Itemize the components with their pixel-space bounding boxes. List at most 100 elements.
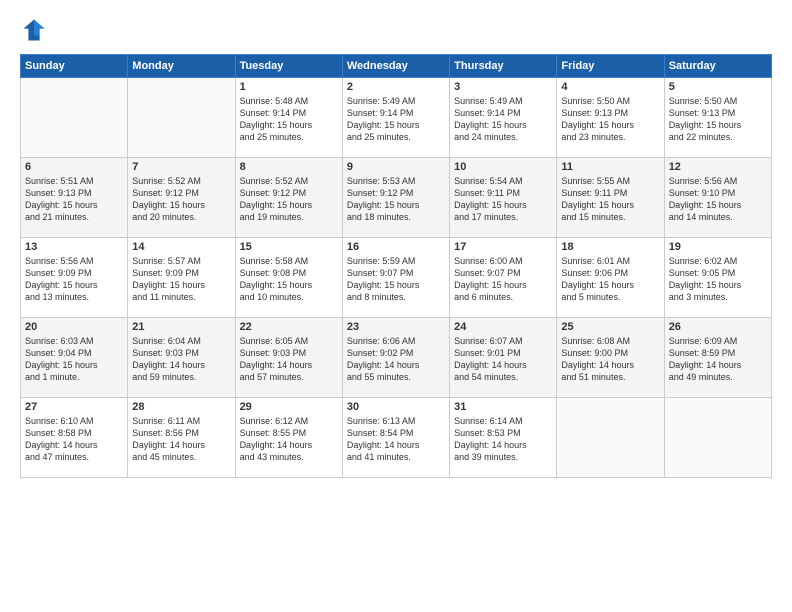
day-cell xyxy=(557,398,664,478)
col-header-friday: Friday xyxy=(557,55,664,78)
day-number: 17 xyxy=(454,241,552,253)
day-info: Sunrise: 5:55 AM Sunset: 9:11 PM Dayligh… xyxy=(561,175,659,224)
col-header-wednesday: Wednesday xyxy=(342,55,449,78)
day-info: Sunrise: 5:50 AM Sunset: 9:13 PM Dayligh… xyxy=(669,95,767,144)
day-cell xyxy=(664,398,771,478)
day-number: 3 xyxy=(454,81,552,93)
day-number: 12 xyxy=(669,161,767,173)
day-info: Sunrise: 5:52 AM Sunset: 9:12 PM Dayligh… xyxy=(132,175,230,224)
day-number: 23 xyxy=(347,321,445,333)
col-header-sunday: Sunday xyxy=(21,55,128,78)
day-info: Sunrise: 6:09 AM Sunset: 8:59 PM Dayligh… xyxy=(669,335,767,384)
day-info: Sunrise: 6:02 AM Sunset: 9:05 PM Dayligh… xyxy=(669,255,767,304)
day-info: Sunrise: 6:14 AM Sunset: 8:53 PM Dayligh… xyxy=(454,415,552,464)
week-row-5: 27 Sunrise: 6:10 AM Sunset: 8:58 PM Dayli… xyxy=(21,398,772,478)
day-cell: 4 Sunrise: 5:50 AM Sunset: 9:13 PM Daylig… xyxy=(557,78,664,158)
day-info: Sunrise: 6:11 AM Sunset: 8:56 PM Dayligh… xyxy=(132,415,230,464)
day-info: Sunrise: 6:13 AM Sunset: 8:54 PM Dayligh… xyxy=(347,415,445,464)
day-info: Sunrise: 5:49 AM Sunset: 9:14 PM Dayligh… xyxy=(454,95,552,144)
day-cell: 2 Sunrise: 5:49 AM Sunset: 9:14 PM Daylig… xyxy=(342,78,449,158)
day-info: Sunrise: 5:50 AM Sunset: 9:13 PM Dayligh… xyxy=(561,95,659,144)
day-number: 4 xyxy=(561,81,659,93)
day-cell: 6 Sunrise: 5:51 AM Sunset: 9:13 PM Daylig… xyxy=(21,158,128,238)
day-number: 5 xyxy=(669,81,767,93)
day-info: Sunrise: 5:54 AM Sunset: 9:11 PM Dayligh… xyxy=(454,175,552,224)
day-number: 6 xyxy=(25,161,123,173)
day-cell: 5 Sunrise: 5:50 AM Sunset: 9:13 PM Daylig… xyxy=(664,78,771,158)
day-number: 21 xyxy=(132,321,230,333)
logo-icon xyxy=(20,16,48,44)
page: SundayMondayTuesdayWednesdayThursdayFrid… xyxy=(0,0,792,612)
day-number: 13 xyxy=(25,241,123,253)
col-header-monday: Monday xyxy=(128,55,235,78)
day-cell: 23Sunrise: 6:06 AM Sunset: 9:02 PM Dayli… xyxy=(342,318,449,398)
day-number: 15 xyxy=(240,241,338,253)
day-cell: 28 Sunrise: 6:11 AM Sunset: 8:56 PM Dayli… xyxy=(128,398,235,478)
day-info: Sunrise: 5:56 AM Sunset: 9:09 PM Dayligh… xyxy=(25,255,123,304)
day-number: 22 xyxy=(240,321,338,333)
day-cell: 7 Sunrise: 5:52 AM Sunset: 9:12 PM Daylig… xyxy=(128,158,235,238)
day-info: Sunrise: 5:51 AM Sunset: 9:13 PM Dayligh… xyxy=(25,175,123,224)
day-cell xyxy=(21,78,128,158)
week-row-4: 20 Sunrise: 6:03 AM Sunset: 9:04 PM Dayli… xyxy=(21,318,772,398)
day-cell: 10 Sunrise: 5:54 AM Sunset: 9:11 PM Dayli… xyxy=(450,158,557,238)
col-header-saturday: Saturday xyxy=(664,55,771,78)
day-info: Sunrise: 6:07 AM Sunset: 9:01 PM Dayligh… xyxy=(454,335,552,384)
calendar-header-row: SundayMondayTuesdayWednesdayThursdayFrid… xyxy=(21,55,772,78)
day-cell: 30Sunrise: 6:13 AM Sunset: 8:54 PM Dayli… xyxy=(342,398,449,478)
day-cell: 26Sunrise: 6:09 AM Sunset: 8:59 PM Dayli… xyxy=(664,318,771,398)
day-number: 9 xyxy=(347,161,445,173)
day-info: Sunrise: 6:04 AM Sunset: 9:03 PM Dayligh… xyxy=(132,335,230,384)
day-cell: 29 Sunrise: 6:12 AM Sunset: 8:55 PM Dayli… xyxy=(235,398,342,478)
day-info: Sunrise: 5:56 AM Sunset: 9:10 PM Dayligh… xyxy=(669,175,767,224)
day-number: 10 xyxy=(454,161,552,173)
day-cell: 31Sunrise: 6:14 AM Sunset: 8:53 PM Dayli… xyxy=(450,398,557,478)
day-info: Sunrise: 5:59 AM Sunset: 9:07 PM Dayligh… xyxy=(347,255,445,304)
week-row-1: 1 Sunrise: 5:48 AM Sunset: 9:14 PM Daylig… xyxy=(21,78,772,158)
day-number: 29 xyxy=(240,401,338,413)
day-cell: 24Sunrise: 6:07 AM Sunset: 9:01 PM Dayli… xyxy=(450,318,557,398)
day-cell: 27 Sunrise: 6:10 AM Sunset: 8:58 PM Dayli… xyxy=(21,398,128,478)
day-info: Sunrise: 6:05 AM Sunset: 9:03 PM Dayligh… xyxy=(240,335,338,384)
day-cell: 13 Sunrise: 5:56 AM Sunset: 9:09 PM Dayli… xyxy=(21,238,128,318)
day-cell: 16Sunrise: 5:59 AM Sunset: 9:07 PM Dayli… xyxy=(342,238,449,318)
col-header-thursday: Thursday xyxy=(450,55,557,78)
logo xyxy=(20,16,52,44)
day-info: Sunrise: 6:00 AM Sunset: 9:07 PM Dayligh… xyxy=(454,255,552,304)
day-info: Sunrise: 5:53 AM Sunset: 9:12 PM Dayligh… xyxy=(347,175,445,224)
week-row-3: 13 Sunrise: 5:56 AM Sunset: 9:09 PM Dayli… xyxy=(21,238,772,318)
calendar-table: SundayMondayTuesdayWednesdayThursdayFrid… xyxy=(20,54,772,478)
day-number: 20 xyxy=(25,321,123,333)
day-cell: 3 Sunrise: 5:49 AM Sunset: 9:14 PM Daylig… xyxy=(450,78,557,158)
day-number: 11 xyxy=(561,161,659,173)
day-number: 2 xyxy=(347,81,445,93)
day-info: Sunrise: 5:48 AM Sunset: 9:14 PM Dayligh… xyxy=(240,95,338,144)
day-info: Sunrise: 6:10 AM Sunset: 8:58 PM Dayligh… xyxy=(25,415,123,464)
day-cell: 11 Sunrise: 5:55 AM Sunset: 9:11 PM Dayli… xyxy=(557,158,664,238)
day-cell: 17 Sunrise: 6:00 AM Sunset: 9:07 PM Dayli… xyxy=(450,238,557,318)
day-cell: 19 Sunrise: 6:02 AM Sunset: 9:05 PM Dayli… xyxy=(664,238,771,318)
day-number: 7 xyxy=(132,161,230,173)
day-number: 28 xyxy=(132,401,230,413)
day-cell: 12 Sunrise: 5:56 AM Sunset: 9:10 PM Dayli… xyxy=(664,158,771,238)
day-number: 8 xyxy=(240,161,338,173)
header xyxy=(20,16,772,44)
day-info: Sunrise: 6:03 AM Sunset: 9:04 PM Dayligh… xyxy=(25,335,123,384)
day-cell: 18Sunrise: 6:01 AM Sunset: 9:06 PM Dayli… xyxy=(557,238,664,318)
col-header-tuesday: Tuesday xyxy=(235,55,342,78)
day-info: Sunrise: 6:12 AM Sunset: 8:55 PM Dayligh… xyxy=(240,415,338,464)
day-info: Sunrise: 5:52 AM Sunset: 9:12 PM Dayligh… xyxy=(240,175,338,224)
day-number: 1 xyxy=(240,81,338,93)
day-cell: 20 Sunrise: 6:03 AM Sunset: 9:04 PM Dayli… xyxy=(21,318,128,398)
day-cell: 22 Sunrise: 6:05 AM Sunset: 9:03 PM Dayli… xyxy=(235,318,342,398)
day-cell: 14Sunrise: 5:57 AM Sunset: 9:09 PM Dayli… xyxy=(128,238,235,318)
day-info: Sunrise: 5:49 AM Sunset: 9:14 PM Dayligh… xyxy=(347,95,445,144)
day-cell: 21 Sunrise: 6:04 AM Sunset: 9:03 PM Dayli… xyxy=(128,318,235,398)
day-info: Sunrise: 5:58 AM Sunset: 9:08 PM Dayligh… xyxy=(240,255,338,304)
day-number: 27 xyxy=(25,401,123,413)
day-number: 19 xyxy=(669,241,767,253)
day-number: 14 xyxy=(132,241,230,253)
day-cell: 8 Sunrise: 5:52 AM Sunset: 9:12 PM Daylig… xyxy=(235,158,342,238)
day-cell: 9 Sunrise: 5:53 AM Sunset: 9:12 PM Daylig… xyxy=(342,158,449,238)
day-number: 18 xyxy=(561,241,659,253)
